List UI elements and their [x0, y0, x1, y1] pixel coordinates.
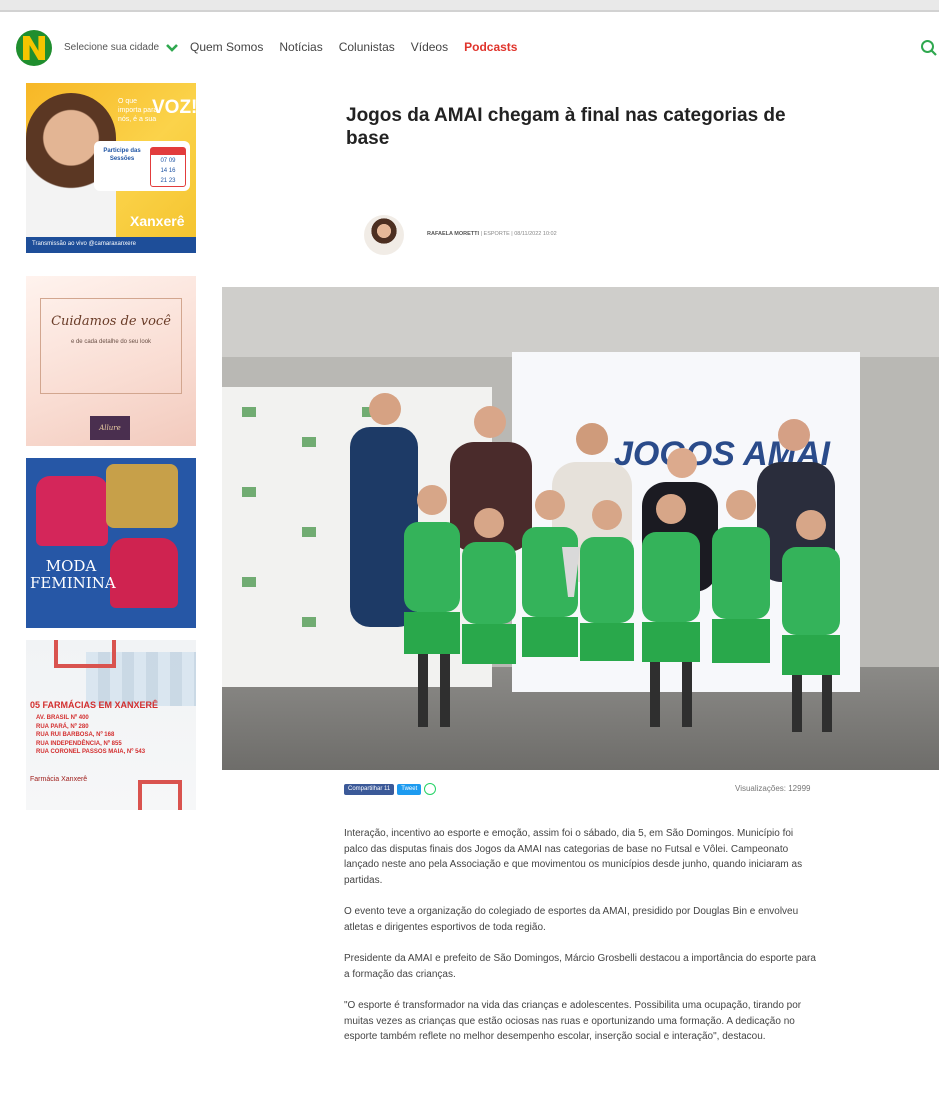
ad1-headline: VOZ! [152, 97, 196, 118]
ad4-addresses: AV. BRASIL Nº 400 RUA PARÁ, Nº 280 RUA R… [36, 714, 145, 757]
address-item: RUA INDEPENDÊNCIA, Nº 855 [36, 740, 122, 747]
nav-videos[interactable]: Vídeos [411, 40, 448, 54]
article-category[interactable]: ESPORTE [484, 231, 510, 237]
article-paragraph: O evento teve a organização do colegiado… [344, 906, 799, 933]
address-item: AV. BRASIL Nº 400 [36, 715, 89, 721]
ad4-headline: 05 FARMÁCIAS EM XANXERÊ [30, 700, 159, 710]
article-date: 08/11/2022 10:02 [514, 231, 557, 237]
ad-camara-xanxere[interactable]: O que importa para nós, é a sua VOZ! Par… [26, 83, 196, 253]
article-body: Interação, incentivo ao esporte e emoção… [344, 826, 819, 1061]
address-item: RUA RUI BARBOSA, Nº 168 [36, 732, 115, 738]
article-paragraph: "O esporte é transformador na vida das c… [344, 1000, 802, 1042]
author-avatar[interactable] [364, 215, 404, 255]
ad3-headline: MODA FEMININA [30, 557, 116, 592]
cross-shape [54, 640, 116, 668]
author-name[interactable]: RAFAELA MORETTI [427, 231, 479, 237]
article-title: Jogos da AMAI chegam à final nas categor… [346, 105, 786, 149]
ad4-brand: Farmácia Xanxerê [30, 776, 88, 783]
byline: RAFAELA MORETTI | ESPORTE | 08/11/2022 1… [427, 231, 557, 237]
nav-noticias[interactable]: Notícias [279, 40, 322, 54]
cal-day: 21 [160, 178, 168, 184]
search-icon[interactable] [920, 39, 938, 57]
site-logo[interactable] [16, 30, 52, 66]
nav-quem-somos[interactable]: Quem Somos [190, 40, 263, 54]
city-selector[interactable]: Selecione sua cidade [64, 42, 179, 53]
main-nav: Quem Somos Notícias Colunistas Vídeos Po… [190, 40, 517, 54]
ad1-card-text: Participe das Sessões [103, 148, 141, 162]
nav-podcasts[interactable]: Podcasts [464, 40, 517, 54]
ad-farmacia[interactable]: 05 FARMÁCIAS EM XANXERÊ AV. BRASIL Nº 40… [26, 640, 196, 810]
cross-shape [138, 780, 182, 810]
cal-day: 14 [160, 168, 168, 174]
ad1-brand: Xanxerê [130, 213, 185, 229]
article-paragraph: Presidente da AMAI e prefeito de São Dom… [344, 953, 816, 980]
ad-allure[interactable]: Cuidamos de você e de cada detalhe do se… [26, 276, 196, 446]
address-item: RUA PARÁ, Nº 280 [36, 723, 89, 730]
team-photo: JOGOS AMAI [222, 287, 939, 770]
cal-day: 09 [168, 158, 176, 164]
whatsapp-icon[interactable] [424, 783, 437, 795]
cal-day: 23 [168, 178, 176, 184]
ad1-footer: Transmissão ao vivo @camaraxanxere [26, 237, 196, 253]
coat-photo [106, 464, 178, 528]
cal-day: 16 [168, 168, 176, 174]
city-selector-label: Selecione sua cidade [64, 42, 160, 53]
chevron-down-icon [166, 43, 178, 52]
cal-day: 07 [160, 158, 168, 164]
ad2-logo: Allure [90, 416, 130, 440]
site-header: Selecione sua cidade Quem Somos Notícias… [0, 28, 939, 74]
article-hero-image: JOGOS AMAI [222, 287, 939, 770]
address-item: RUA CORONEL PASSOS MAIA, Nº 543 [36, 749, 146, 755]
ad2-text: e de cada detalhe do seu look [70, 339, 152, 345]
jacket-photo [36, 476, 108, 546]
article-paragraph: Interação, incentivo ao esporte e emoção… [344, 828, 803, 886]
ad-moda-feminina[interactable]: MODA FEMININA [26, 458, 196, 628]
twitter-tweet-button[interactable]: Tweet [397, 783, 422, 795]
jacket-photo [110, 538, 178, 608]
ad2-headline: Cuidamos de você [51, 314, 171, 329]
share-bar: Compartilhar 11 Tweet [344, 783, 437, 795]
browser-top-strip [0, 0, 939, 12]
nav-colunistas[interactable]: Colunistas [339, 40, 395, 54]
view-count: Visualizações: 12999 [735, 784, 811, 793]
calendar-icon: 07 09 14 16 21 23 [150, 147, 186, 187]
facebook-share-button[interactable]: Compartilhar 11 [344, 783, 395, 795]
